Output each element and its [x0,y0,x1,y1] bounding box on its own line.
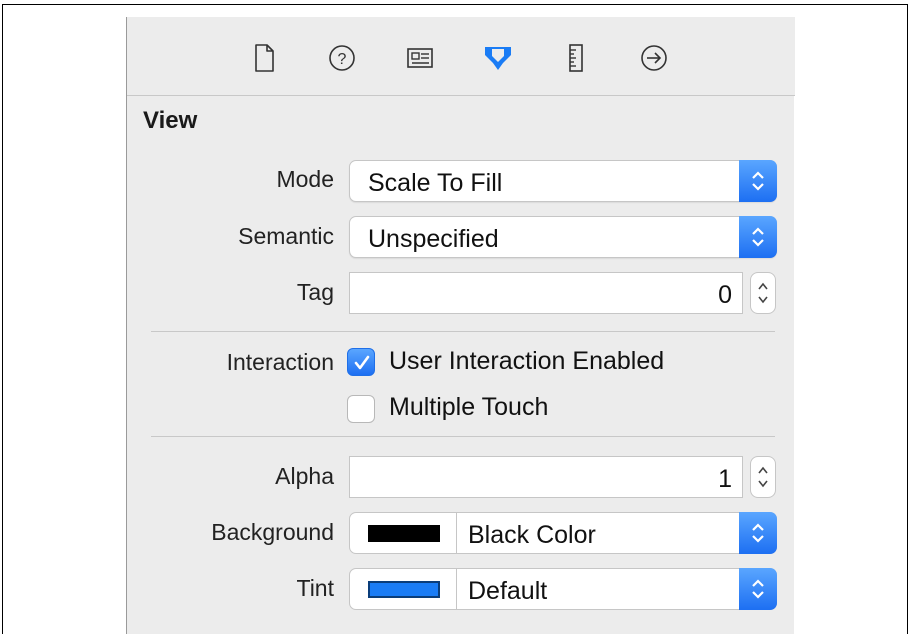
background-color-swatch [368,525,440,542]
quick-help-icon[interactable]: ? [325,41,359,75]
alpha-stepper[interactable] [750,456,776,498]
attributes-inspector-icon[interactable] [481,41,515,75]
popup-arrows-icon [739,216,777,258]
divider [151,436,775,437]
tint-color-popup[interactable]: Default [349,568,777,610]
semantic-popup[interactable]: Unspecified [349,216,777,258]
inspector-toolbar: ? [127,17,795,96]
popup-arrows-icon [739,568,777,610]
background-label: Background [211,519,334,545]
tint-color-swatch [368,581,440,598]
alpha-value: 1 [718,465,732,493]
user-interaction-label[interactable]: User Interaction Enabled [389,347,664,376]
alpha-label: Alpha [275,463,334,489]
background-color-popup[interactable]: Black Color [349,512,777,554]
mode-popup[interactable]: Scale To Fill [349,160,777,202]
tint-swatch-area [350,569,457,609]
interaction-label: Interaction [226,349,334,375]
user-interaction-checkbox[interactable] [347,348,375,376]
alpha-field[interactable]: 1 [349,456,743,498]
attributes-inspector-panel: ? View Mode Scale To Fill Semantic Unspe… [126,17,795,634]
connections-inspector-icon[interactable] [637,41,671,75]
tag-field[interactable]: 0 [349,272,743,314]
identity-inspector-icon[interactable] [403,41,437,75]
background-value: Black Color [468,521,596,549]
size-inspector-icon[interactable] [559,41,593,75]
tag-stepper[interactable] [750,272,776,314]
semantic-label: Semantic [238,223,334,249]
section-title-view: View [143,107,198,134]
svg-text:?: ? [338,51,347,68]
multiple-touch-label[interactable]: Multiple Touch [389,393,548,422]
popup-arrows-icon [739,512,777,554]
file-inspector-icon[interactable] [247,41,281,75]
tint-value: Default [468,577,548,605]
popup-arrows-icon [739,160,777,202]
mode-label: Mode [276,166,334,192]
multiple-touch-checkbox[interactable] [347,395,375,423]
mode-value: Scale To Fill [368,169,503,197]
tint-label: Tint [296,575,335,601]
background-swatch-area [350,513,457,553]
tag-value: 0 [718,281,732,309]
divider [151,331,775,332]
semantic-value: Unspecified [368,225,499,253]
tag-label: Tag [296,279,334,305]
